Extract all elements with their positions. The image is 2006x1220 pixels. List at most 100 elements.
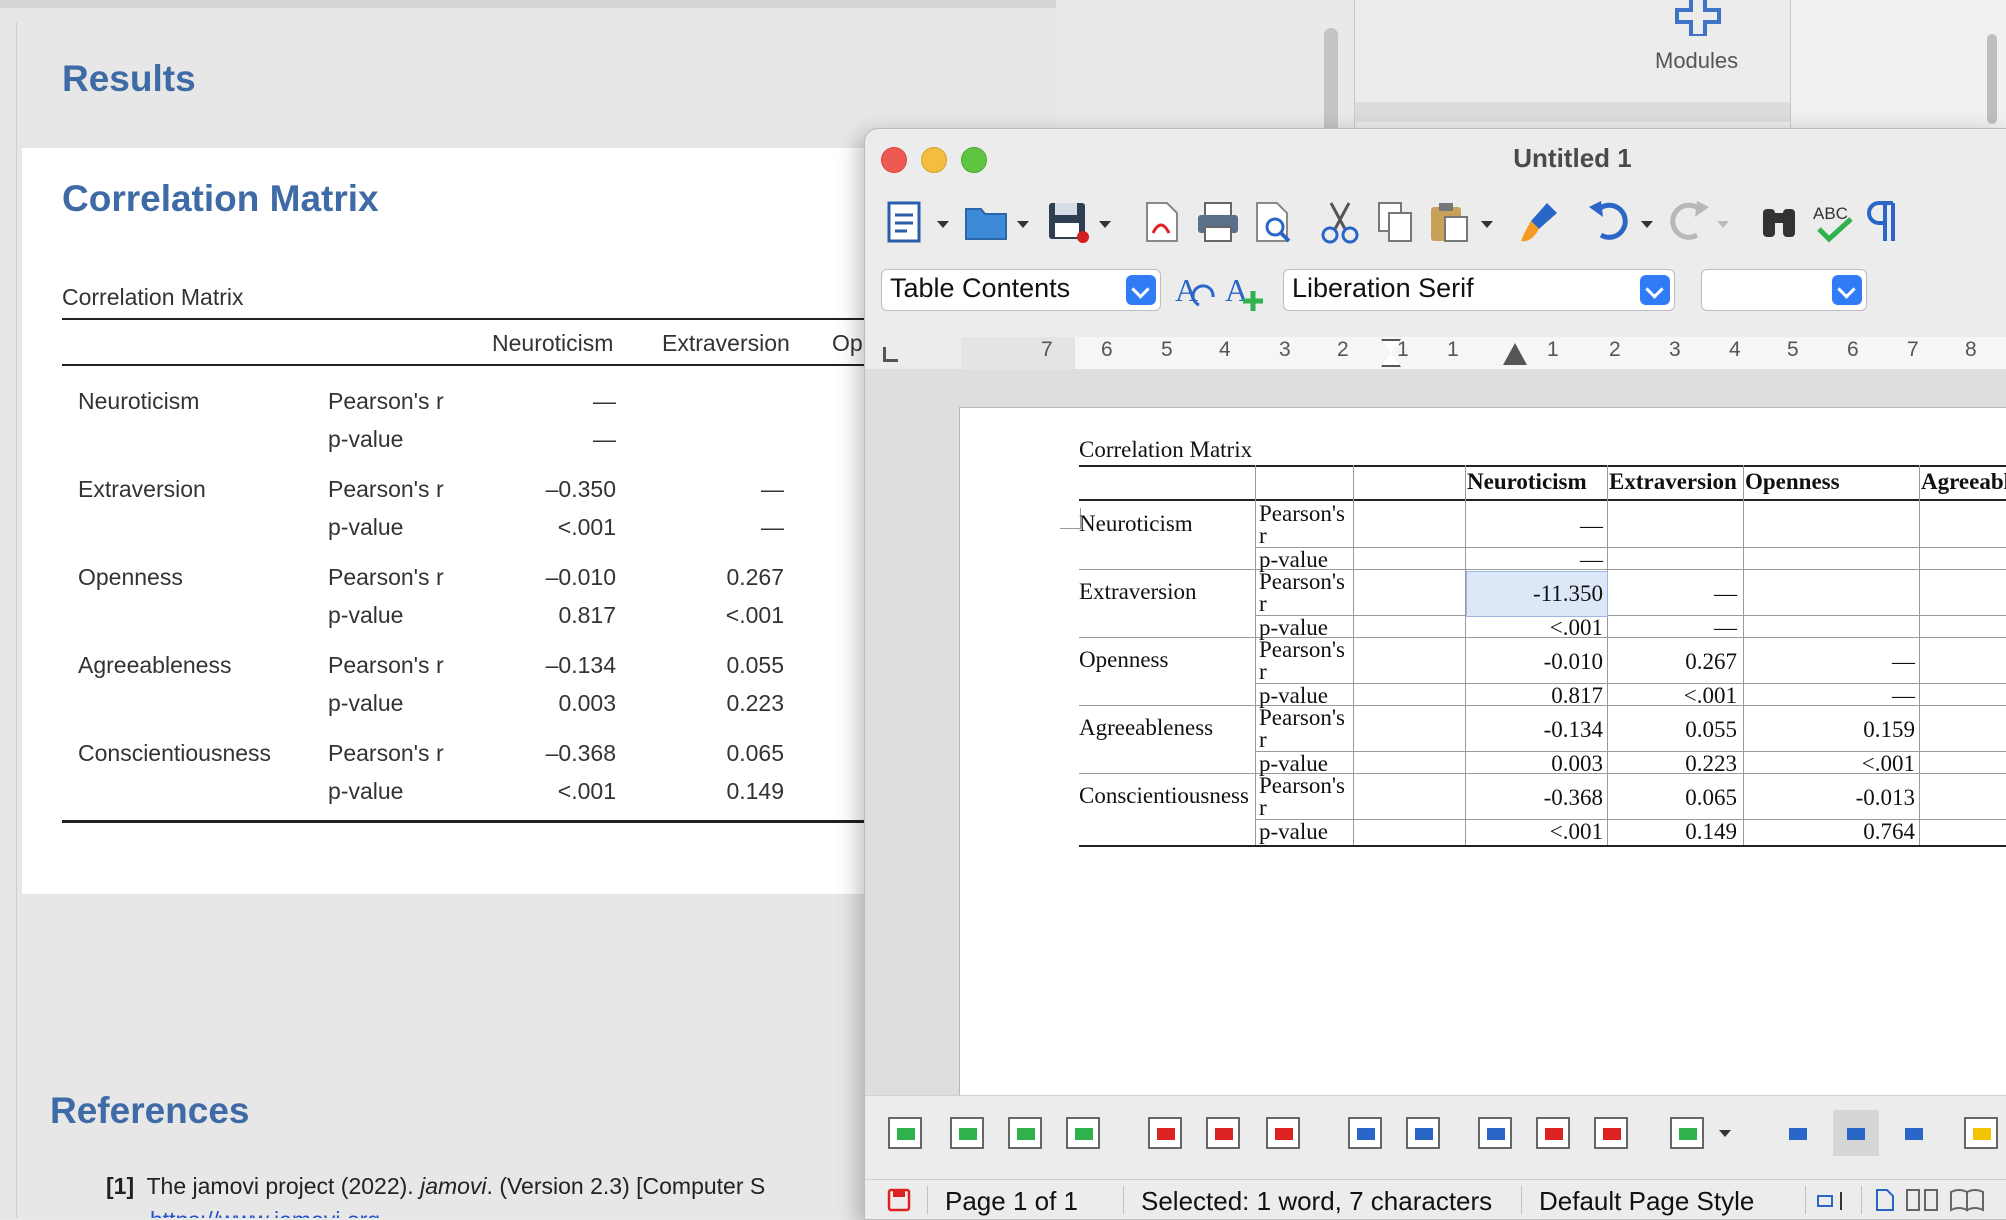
paste-icon[interactable]: [1427, 199, 1473, 245]
chevron-down-icon[interactable]: [1481, 221, 1493, 228]
insert-columns-after-icon[interactable]: [1061, 1110, 1107, 1156]
chevron-down-icon[interactable]: [1126, 275, 1156, 305]
document-modified-icon[interactable]: [887, 1188, 911, 1212]
page-indicator[interactable]: Page 1 of 1: [945, 1186, 1078, 1217]
title-bar[interactable]: Untitled 1: [865, 129, 2006, 183]
single-page-view-icon[interactable]: [1875, 1188, 1895, 1212]
new-document-icon[interactable]: [883, 199, 929, 245]
doc-table-cell[interactable]: <.001: [1607, 683, 1737, 709]
align-top-icon[interactable]: [1775, 1110, 1821, 1156]
right-indent-marker[interactable]: [1503, 343, 1527, 365]
align-bottom-icon[interactable]: [1891, 1110, 1937, 1156]
undo-icon[interactable]: [1587, 199, 1633, 245]
pearson-r-label: Pearson's r: [328, 740, 444, 766]
insert-rows-above-icon[interactable]: [883, 1110, 929, 1156]
doc-table-cell[interactable]: —: [1473, 547, 1603, 573]
doc-table-cell[interactable]: 0.159: [1785, 717, 1915, 743]
chevron-down-icon[interactable]: [1641, 221, 1653, 228]
horizontal-ruler[interactable]: 7654321112345678: [961, 337, 2006, 370]
center-vertically-icon[interactable]: [1833, 1110, 1879, 1156]
doc-row-variable: Openness: [1079, 647, 1169, 672]
pearson-r-label: Pearson's r: [328, 652, 444, 678]
open-folder-icon[interactable]: [963, 199, 1009, 245]
doc-table-cell[interactable]: 0.817: [1473, 683, 1603, 709]
cell-color-icon[interactable]: [1959, 1110, 2005, 1156]
p-value-label: p-value: [328, 426, 404, 452]
chevron-down-icon[interactable]: [1717, 221, 1729, 228]
chevron-down-icon[interactable]: [937, 221, 949, 228]
ruler-number: 5: [1161, 338, 1173, 361]
find-replace-icon[interactable]: [1757, 199, 1803, 245]
multi-page-view-icon[interactable]: [1905, 1188, 1941, 1212]
doc-table-cell[interactable]: —: [1473, 513, 1603, 539]
formatting-marks-icon[interactable]: [1861, 199, 1907, 245]
doc-table-cell[interactable]: 0.223: [1607, 751, 1737, 777]
clone-formatting-icon[interactable]: [1517, 199, 1563, 245]
table-cell: 0.065: [726, 740, 784, 766]
print-icon[interactable]: [1195, 199, 1241, 245]
text-boundary-mark: [1060, 508, 1081, 529]
doc-table-cell[interactable]: <.001: [1473, 819, 1603, 845]
insert-columns-before-icon[interactable]: [1003, 1110, 1049, 1156]
doc-col-header: Neuroticism: [1467, 469, 1587, 494]
save-icon[interactable]: [1045, 199, 1091, 245]
chevron-down-icon[interactable]: [1640, 275, 1670, 305]
paragraph-style-select[interactable]: Table Contents: [881, 269, 1161, 311]
doc-table-cell[interactable]: <.001: [1785, 751, 1915, 777]
delete-table-icon[interactable]: [1261, 1110, 1307, 1156]
insert-mode-icon[interactable]: [1817, 1190, 1853, 1212]
doc-table-cell[interactable]: —: [1607, 581, 1737, 607]
copy-icon[interactable]: [1373, 199, 1419, 245]
doc-table-cell[interactable]: -0.134: [1473, 717, 1603, 743]
new-style-icon[interactable]: A: [1223, 267, 1269, 313]
chevron-down-icon[interactable]: [1832, 275, 1862, 305]
redo-icon[interactable]: [1665, 199, 1711, 245]
delete-rows-icon[interactable]: [1143, 1110, 1189, 1156]
doc-table-cell[interactable]: 0.065: [1607, 785, 1737, 811]
doc-table-cell[interactable]: -0.013: [1785, 785, 1915, 811]
split-table-icon[interactable]: [1531, 1110, 1577, 1156]
results-title: Results: [62, 58, 196, 99]
chevron-down-icon[interactable]: [1719, 1130, 1731, 1137]
reference-link[interactable]: https://www.jamovi.org: [150, 1207, 380, 1218]
optimize-size-icon[interactable]: [1589, 1110, 1635, 1156]
plus-icon[interactable]: [1675, 0, 1721, 36]
font-size-select[interactable]: [1701, 269, 1867, 311]
table-rule: [1079, 499, 2006, 501]
merge-cells-icon[interactable]: [1343, 1110, 1389, 1156]
book-view-icon[interactable]: [1949, 1188, 1985, 1212]
print-preview-icon[interactable]: [1249, 199, 1295, 245]
table-caption: Correlation Matrix: [62, 284, 244, 310]
doc-table-cell[interactable]: -0.010: [1473, 649, 1603, 675]
page-style-indicator[interactable]: Default Page Style: [1539, 1186, 1754, 1217]
cut-icon[interactable]: [1317, 199, 1363, 245]
doc-table-cell[interactable]: —: [1607, 615, 1737, 641]
doc-table-cell[interactable]: <.001: [1473, 615, 1603, 641]
modules-label[interactable]: Modules: [1655, 48, 1738, 74]
delete-columns-icon[interactable]: [1201, 1110, 1247, 1156]
doc-table-cell[interactable]: 0.764: [1785, 819, 1915, 845]
doc-table-cell[interactable]: 0.149: [1607, 819, 1737, 845]
side-panel-scrollbar[interactable]: [1987, 34, 1997, 124]
export-pdf-icon[interactable]: [1139, 199, 1185, 245]
reference-text: The jamovi project (2022).: [146, 1173, 414, 1199]
chevron-down-icon[interactable]: [1017, 221, 1029, 228]
select-table-icon[interactable]: [1401, 1110, 1447, 1156]
doc-table-cell[interactable]: -11.350: [1473, 581, 1603, 607]
font-name-select[interactable]: Liberation Serif: [1283, 269, 1675, 311]
update-style-icon[interactable]: A: [1173, 267, 1219, 313]
split-cells-icon[interactable]: [1473, 1110, 1519, 1156]
word-count[interactable]: Selected: 1 word, 7 characters: [1141, 1186, 1492, 1217]
doc-table-cell[interactable]: —: [1785, 649, 1915, 675]
col-header-openness: Op: [832, 330, 863, 356]
doc-table-cell[interactable]: 0.267: [1607, 649, 1737, 675]
chevron-down-icon[interactable]: [1099, 221, 1111, 228]
spelling-icon[interactable]: ABC: [1811, 199, 1857, 245]
doc-table-cell[interactable]: 0.055: [1607, 717, 1737, 743]
insert-rows-below-icon[interactable]: [945, 1110, 991, 1156]
doc-table-cell[interactable]: —: [1785, 683, 1915, 709]
tab-stop-icon[interactable]: [883, 347, 898, 362]
number-format-icon[interactable]: [1665, 1110, 1711, 1156]
doc-table-cell[interactable]: 0.003: [1473, 751, 1603, 777]
doc-table-cell[interactable]: -0.368: [1473, 785, 1603, 811]
